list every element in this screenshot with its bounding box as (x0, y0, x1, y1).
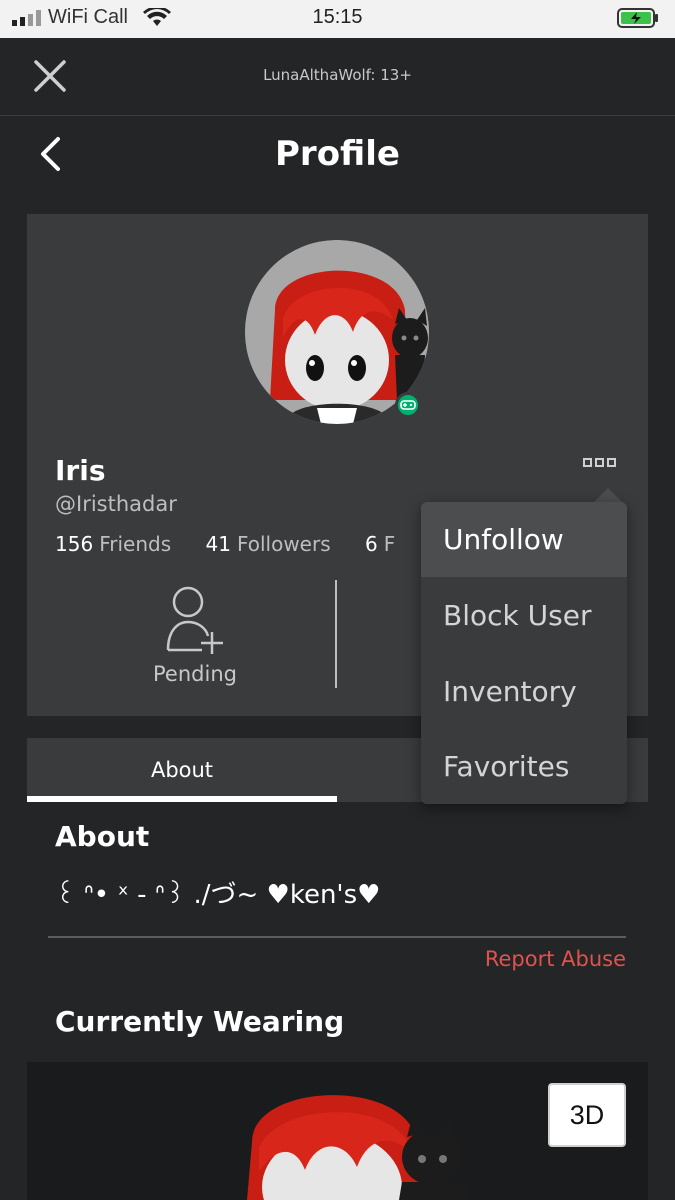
action-divider (335, 580, 337, 688)
menu-item-inventory[interactable]: Inventory (421, 654, 627, 729)
menu-item-favorites[interactable]: Favorites (421, 729, 627, 804)
tab-about[interactable]: About (27, 738, 337, 802)
followers-label: Followers (236, 532, 331, 556)
about-description: ꒰ ᐢ• ˣ - ᐢ꒱ ./づ~ ♥ken's♥ (55, 880, 381, 910)
active-tab-indicator (27, 796, 337, 802)
following-stat[interactable]: 6F (365, 532, 395, 556)
menu-item-unfollow[interactable]: Unfollow (421, 502, 627, 577)
clock: 15:15 (312, 6, 363, 28)
view-3d-button[interactable]: 3D (548, 1083, 626, 1147)
following-count: 6 (364, 532, 378, 556)
username: @Iristhadar (55, 492, 177, 516)
status-bar: WiFi Call 15:15 (0, 0, 675, 38)
menu-caret (594, 488, 622, 502)
avatar-preview-panel: 3D (27, 1062, 648, 1200)
pending-friend-button[interactable]: Pending (127, 584, 263, 694)
friends-stat[interactable]: 156 Friends (55, 532, 171, 556)
about-heading: About (55, 820, 150, 853)
webview-header: LunaAlthaWolf: 13+ (0, 38, 675, 116)
top-nav: Profile (0, 118, 675, 190)
pending-label: Pending (153, 662, 237, 686)
followers-stat[interactable]: 41 Followers (205, 532, 330, 556)
about-divider (48, 936, 626, 938)
add-friend-icon (166, 586, 223, 654)
online-game-badge (395, 392, 421, 418)
following-label: F (383, 532, 396, 556)
profile-options-menu: Unfollow Block User Inventory Favorites (421, 502, 627, 804)
friends-count: 156 (55, 532, 94, 556)
gamepad-icon (400, 400, 416, 410)
more-options-icon[interactable] (583, 456, 617, 470)
report-abuse-link[interactable]: Report Abuse (485, 947, 626, 971)
currently-wearing-heading: Currently Wearing (55, 1005, 345, 1038)
profile-stats: 156 Friends 41 Followers 6F (55, 532, 423, 556)
followers-count: 41 (205, 532, 231, 556)
battery-charging-icon (617, 8, 658, 28)
display-name: Iris (55, 454, 106, 487)
friends-label: Friends (99, 532, 172, 556)
menu-item-block-user[interactable]: Block User (421, 578, 627, 653)
account-label: LunaAlthaWolf: 13+ (263, 66, 412, 84)
page-title: Profile (275, 134, 400, 174)
